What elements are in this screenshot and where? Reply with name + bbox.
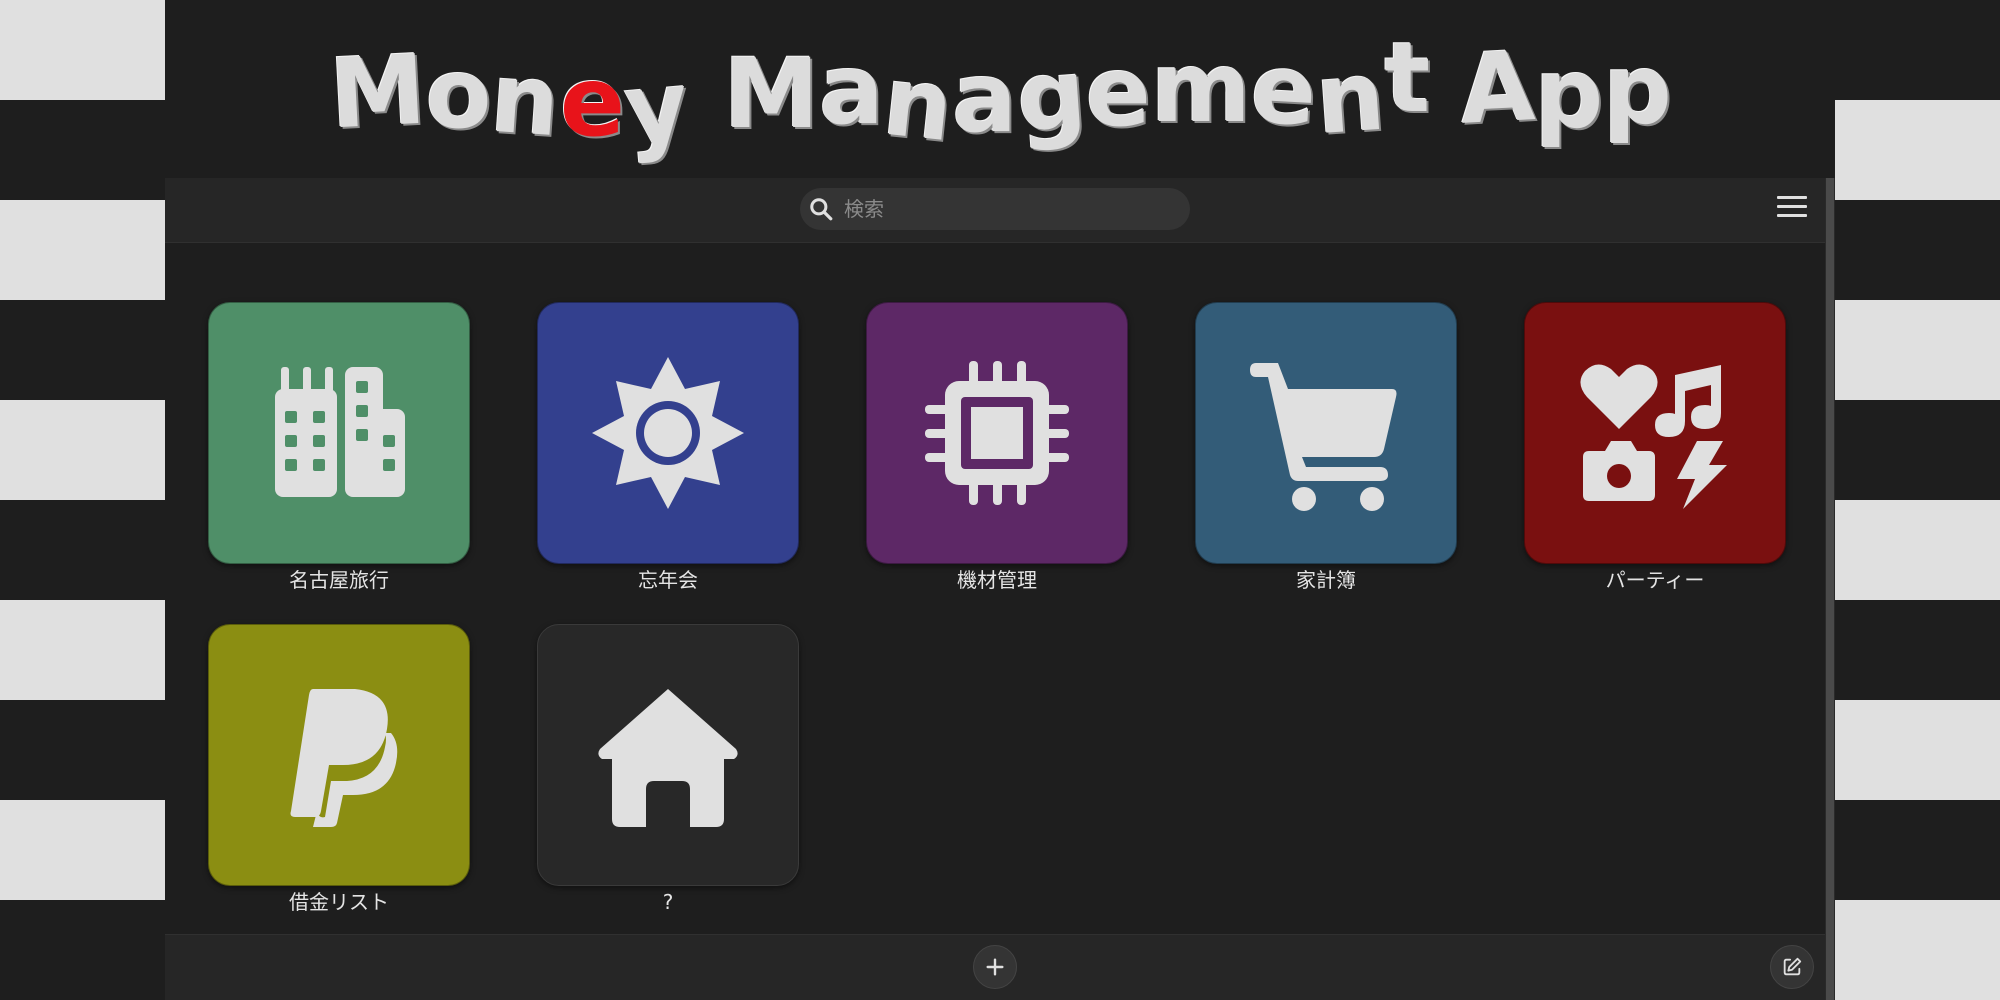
add-button[interactable] xyxy=(973,945,1017,989)
title-letter: a xyxy=(952,42,1017,154)
decorative-stripe xyxy=(1835,100,2000,200)
tile-label: 機材管理 xyxy=(957,568,1037,592)
title-letter: M xyxy=(723,38,820,150)
decorative-stripe xyxy=(0,200,165,300)
city-buildings-icon xyxy=(275,367,405,497)
tile-label: ? xyxy=(662,890,674,914)
search-bar xyxy=(800,188,1190,230)
tile-label: 忘年会 xyxy=(638,568,698,592)
search-input[interactable] xyxy=(842,196,1176,222)
decorative-stripe xyxy=(0,0,165,100)
title-letter: M xyxy=(327,33,429,151)
plus-icon xyxy=(986,958,1004,976)
decorative-stripe xyxy=(1835,700,2000,800)
tile-label: 借金リスト xyxy=(289,890,389,914)
title-letter: p xyxy=(1603,34,1672,146)
title-letter: t xyxy=(1384,22,1431,134)
tile-button[interactable] xyxy=(866,302,1128,564)
scrollbar-thumb[interactable] xyxy=(1826,178,1834,1000)
shopping-cart-icon xyxy=(1250,363,1397,511)
house-icon xyxy=(598,689,738,827)
title-letter: n xyxy=(487,41,564,159)
decorative-stripe xyxy=(0,800,165,900)
tile-button[interactable] xyxy=(1195,302,1457,564)
tile-label: 名古屋旅行 xyxy=(289,568,389,592)
edit-icon xyxy=(1783,957,1802,976)
tile-button[interactable] xyxy=(208,302,470,564)
app-tile[interactable]: 借金リスト xyxy=(208,624,470,914)
tile-button[interactable] xyxy=(1524,302,1786,564)
title-letter: A xyxy=(1457,30,1538,146)
scrollbar[interactable] xyxy=(1825,178,1835,1000)
tile-button[interactable] xyxy=(537,302,799,564)
search-icon xyxy=(810,198,833,221)
title-letter-accent: e xyxy=(559,46,625,158)
microchip-icon xyxy=(925,361,1069,505)
sun-icon xyxy=(592,357,744,509)
app-tile[interactable]: パーティー xyxy=(1524,302,1786,592)
app-tile[interactable]: 忘年会 xyxy=(537,302,799,592)
decorative-stripe xyxy=(0,600,165,700)
title-letter: o xyxy=(425,38,492,150)
app-title: M o n e y M a n a g e m e n t A p p xyxy=(327,22,1672,168)
icons-heart-music-camera-bolt-icon xyxy=(1580,364,1727,509)
bottom-bar xyxy=(165,934,1825,1000)
paypal-icon xyxy=(290,689,398,827)
app-tile[interactable]: 名古屋旅行 xyxy=(208,302,470,592)
title-letter: n xyxy=(1312,39,1389,157)
app-tile[interactable]: 機材管理 xyxy=(866,302,1128,592)
hamburger-menu-icon[interactable] xyxy=(1777,196,1807,224)
title-letter: p xyxy=(1534,38,1604,150)
tile-button[interactable] xyxy=(537,624,799,886)
app-tile[interactable]: 家計簿 xyxy=(1195,302,1457,592)
title-letter: n xyxy=(878,44,958,164)
title-letter: y xyxy=(620,49,693,167)
edit-button[interactable] xyxy=(1770,945,1814,989)
tile-label: パーティー xyxy=(1605,568,1705,592)
tile-label: 家計簿 xyxy=(1296,568,1356,592)
app-tile[interactable]: ? xyxy=(537,624,799,914)
app-frame: 名古屋旅行 忘年会 xyxy=(165,178,1825,1000)
title-letter: e xyxy=(1085,36,1151,148)
title-letter: a xyxy=(819,34,884,146)
decorative-stripe xyxy=(0,400,165,500)
title-letter: g xyxy=(1013,37,1090,155)
top-bar xyxy=(165,178,1825,243)
decorative-stripe xyxy=(1835,900,2000,1000)
title-letter: e xyxy=(1247,32,1319,148)
decorative-stripe xyxy=(1835,300,2000,400)
tile-button[interactable] xyxy=(208,624,470,886)
title-letter: m xyxy=(1150,32,1251,144)
decorative-stripe xyxy=(1835,500,2000,600)
page: M o n e y M a n a g e m e n t A p p 検索 名… xyxy=(0,0,2000,1000)
